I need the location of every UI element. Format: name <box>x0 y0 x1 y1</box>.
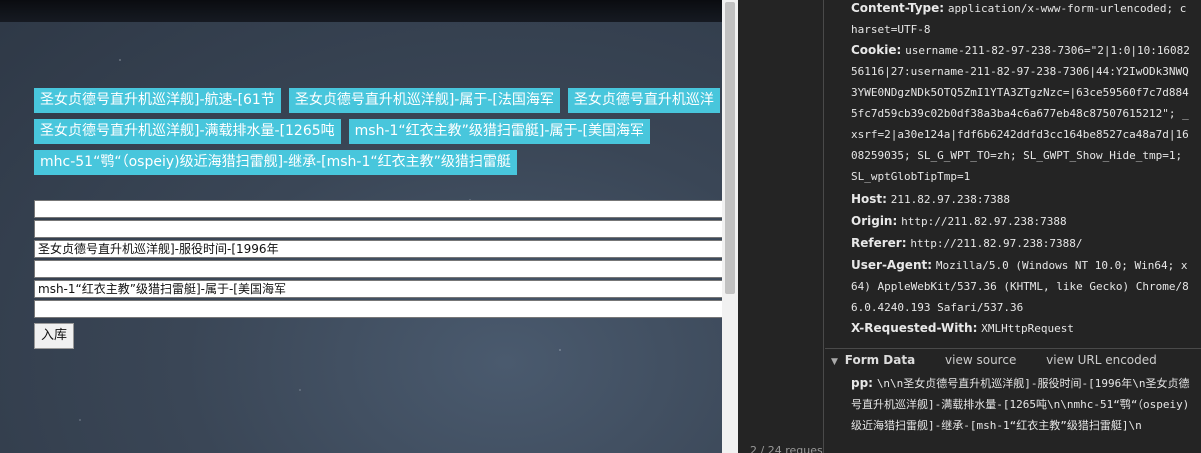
form-field-value: \n\n圣女贞德号直升机巡洋舰]-服役时间-[1996年\n圣女贞德号直升机巡洋… <box>851 377 1190 432</box>
submit-button[interactable]: 入库 <box>34 323 74 349</box>
header-key: Content-Type: <box>851 1 945 15</box>
network-request-list[interactable]: 2 / 24 reques <box>738 0 824 453</box>
header-key: X-Requested-With: <box>851 321 978 335</box>
header-key: Origin: <box>851 214 898 228</box>
page-scrollbar[interactable] <box>722 0 738 453</box>
relation-input-list: 圣女贞德号直升机巡洋舰]-服役时间-[1996年 msh-1“红衣主教”级猎扫雷… <box>34 200 722 320</box>
relation-tag[interactable]: 圣女贞德号直升机巡洋 <box>567 88 720 113</box>
view-source-link[interactable]: view source <box>945 353 1016 367</box>
web-page: 圣女贞德号直升机巡洋舰]-航速-[61节 圣女贞德号直升机巡洋舰]-属于-[法国… <box>0 0 722 453</box>
scrollbar-thumb[interactable] <box>725 2 735 294</box>
header-origin: Origin: http://211.82.97.238:7388 <box>851 211 1067 232</box>
header-content-type: Content-Type: application/x-www-form-url… <box>851 0 1191 40</box>
header-value: http://211.82.97.238:7388 <box>901 215 1067 228</box>
header-user-agent: User-Agent: Mozilla/5.0 (Windows NT 10.0… <box>851 255 1191 318</box>
request-count: 2 / 24 reques <box>750 444 823 453</box>
header-key: Host: <box>851 192 887 206</box>
relation-input-row[interactable] <box>34 200 722 218</box>
relation-tag[interactable]: 圣女贞德号直升机巡洋舰]-航速-[61节 <box>34 88 281 113</box>
relation-tag[interactable]: 圣女贞德号直升机巡洋舰]-满载排水量-[1265吨 <box>34 119 341 144</box>
header-key: Referer: <box>851 236 907 250</box>
relation-input-row[interactable] <box>34 260 722 278</box>
header-value: XMLHttpRequest <box>981 322 1074 335</box>
header-value: 211.82.97.238:7388 <box>890 193 1011 206</box>
form-field-key: pp: <box>851 376 873 390</box>
relation-input-row[interactable]: msh-1“红衣主教”级猎扫雷艇]-属于-[美国海军 <box>34 280 722 298</box>
form-data-pp: pp: \n\n圣女贞德号直升机巡洋舰]-服役时间-[1996年\n圣女贞德号直… <box>851 373 1191 436</box>
form-data-title: Form Data <box>844 353 916 367</box>
header-value: http://211.82.97.238:7388/ <box>910 237 1083 250</box>
form-data-header[interactable]: ▼ Form Data view source view URL encoded <box>825 348 1201 372</box>
header-cookie: Cookie: username-211-82-97-238-7306="2|1… <box>851 40 1191 187</box>
relation-tag[interactable]: msh-1“红衣主教”级猎扫雷艇]-属于-[美国海军 <box>348 119 650 144</box>
relation-tag[interactable]: mhc-51“鹗“（ospeiy)级近海猎扫雷舰]-继承-[msh-1“红衣主教… <box>34 150 517 175</box>
tag-row-2: 圣女贞德号直升机巡洋舰]-满载排水量-[1265吨 msh-1“红衣主教”级猎扫… <box>34 119 650 144</box>
request-headers-pane: Content-Type: application/x-www-form-url… <box>825 0 1201 453</box>
header-value: username-211-82-97-238-7306="2|1:0|10:16… <box>851 44 1190 183</box>
header-x-requested-with: X-Requested-With: XMLHttpRequest <box>851 318 1074 339</box>
relation-tag[interactable]: 圣女贞德号直升机巡洋舰]-属于-[法国海军 <box>288 88 560 113</box>
header-key: Cookie: <box>851 43 902 57</box>
devtools-panel: 2 / 24 reques Content-Type: application/… <box>738 0 1201 453</box>
collapse-triangle-icon[interactable]: ▼ <box>831 351 838 373</box>
relation-input-row[interactable]: 圣女贞德号直升机巡洋舰]-服役时间-[1996年 <box>34 240 722 258</box>
header-host: Host: 211.82.97.238:7388 <box>851 189 1010 210</box>
relation-input-row[interactable] <box>34 300 722 318</box>
view-url-encoded-link[interactable]: view URL encoded <box>1046 353 1157 367</box>
page-top-bar <box>0 0 722 22</box>
tag-row-3: mhc-51“鹗“（ospeiy)级近海猎扫雷舰]-继承-[msh-1“红衣主教… <box>34 150 517 175</box>
header-referer: Referer: http://211.82.97.238:7388/ <box>851 233 1083 254</box>
header-key: User-Agent: <box>851 258 933 272</box>
relation-input-row[interactable] <box>34 220 722 238</box>
tag-row-1: 圣女贞德号直升机巡洋舰]-航速-[61节 圣女贞德号直升机巡洋舰]-属于-[法国… <box>34 88 720 113</box>
